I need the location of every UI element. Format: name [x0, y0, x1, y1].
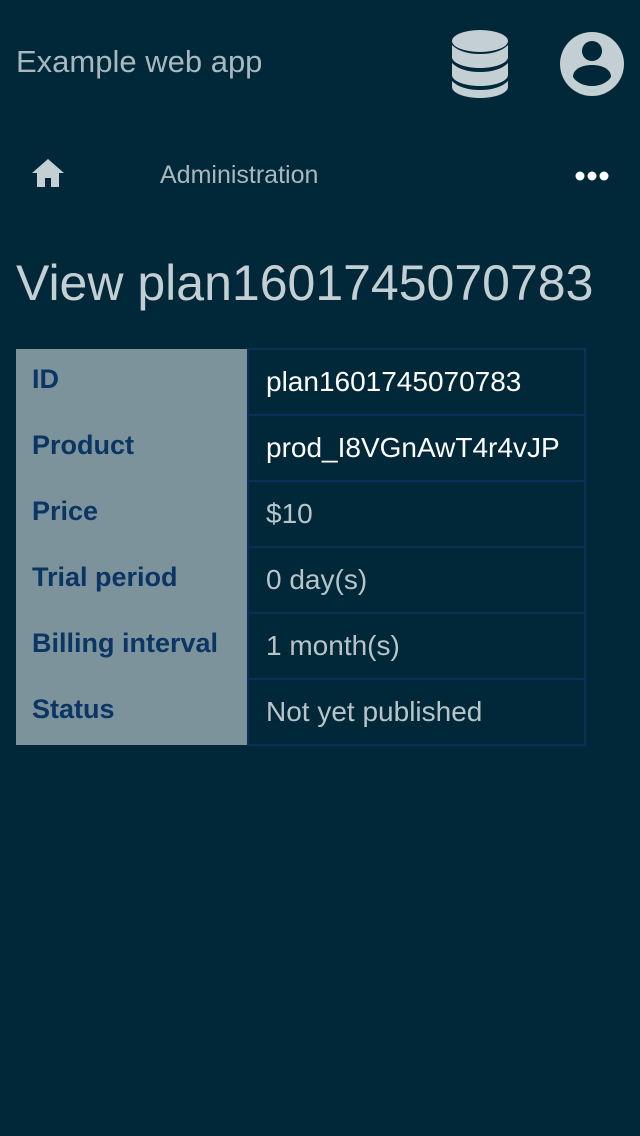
table-row: Trial period 0 day(s) [16, 546, 586, 614]
database-button[interactable] [440, 28, 520, 100]
table-row: ID plan1601745070783 [16, 348, 586, 416]
detail-value-status: Not yet published [247, 678, 586, 746]
detail-label-price: Price [16, 481, 248, 547]
home-icon [32, 159, 64, 187]
plan-details-table: ID plan1601745070783 Product prod_I8VGnA… [16, 348, 586, 746]
database-icon [452, 30, 508, 98]
detail-value-product: prod_I8VGnAwT4r4vJP [247, 414, 586, 482]
more-horizontal-icon [575, 171, 609, 181]
table-row: Price $10 [16, 480, 586, 548]
detail-value-id: plan1601745070783 [247, 348, 586, 416]
detail-label-trial-period: Trial period [16, 547, 248, 613]
more-options-button[interactable] [570, 162, 614, 190]
table-row: Product prod_I8VGnAwT4r4vJP [16, 414, 586, 482]
nav-administration-link[interactable]: Administration [160, 160, 318, 190]
detail-value-billing-interval: 1 month(s) [247, 612, 586, 680]
table-row: Status Not yet published [16, 678, 586, 746]
app-title: Example web app [16, 44, 263, 79]
detail-label-status: Status [16, 679, 248, 745]
detail-value-price: $10 [247, 480, 586, 548]
detail-label-id: ID [16, 349, 248, 415]
account-button[interactable] [558, 30, 626, 98]
table-row: Billing interval 1 month(s) [16, 612, 586, 680]
detail-value-trial-period: 0 day(s) [247, 546, 586, 614]
user-circle-icon [560, 32, 624, 96]
page-title: View plan1601745070783 [16, 255, 594, 311]
home-button[interactable] [28, 154, 68, 194]
detail-label-billing-interval: Billing interval [16, 613, 248, 679]
detail-label-product: Product [16, 415, 248, 481]
